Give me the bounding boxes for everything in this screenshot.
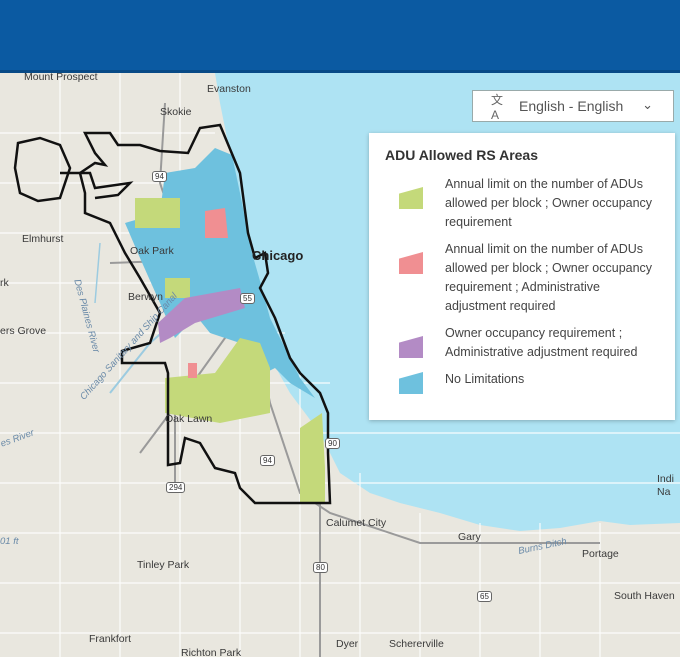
legend-label: Owner occupancy requirement ; Administra… <box>445 326 638 359</box>
highway-shield-90: 90 <box>325 438 340 449</box>
legend-label: Annual limit on the number of ADUs allow… <box>445 242 653 313</box>
place-portage: Portage <box>582 548 619 560</box>
place-oak-lawn: Oak Lawn <box>165 413 213 425</box>
highway-shield-80: 80 <box>313 562 328 573</box>
place-berwyn: Berwyn <box>128 291 164 303</box>
highway-shield-294: 294 <box>166 482 186 493</box>
place-south-haven: South Haven <box>614 590 675 602</box>
legend-item: Annual limit on the number of ADUs allow… <box>385 240 659 316</box>
place-dyer: Dyer <box>336 638 359 650</box>
place-gary: Gary <box>458 531 481 543</box>
highway-shield-55: 55 <box>240 293 255 304</box>
legend-item: Annual limit on the number of ADUs allow… <box>385 175 659 232</box>
place-frankfort: Frankfort <box>89 633 132 645</box>
ohare-boundary <box>13 136 72 203</box>
place-skokie: Skokie <box>160 106 192 118</box>
place-tinley-park: Tinley Park <box>137 559 190 571</box>
legend-swatch-red <box>399 252 423 274</box>
zone-owner-occupancy-blk-d <box>300 413 325 503</box>
top-banner <box>0 0 680 73</box>
legend-swatch-purple <box>399 336 423 358</box>
legend-title: ADU Allowed RS Areas <box>385 147 538 163</box>
place-chicago: Chicago <box>252 248 304 263</box>
language-value: English - English <box>519 98 624 114</box>
zone-adu-admin-b <box>188 363 197 378</box>
place-oak-park: Oak Park <box>130 245 174 257</box>
map-legend: ADU Allowed RS Areas Annual limit on the… <box>369 133 675 420</box>
place-rk: rk <box>0 277 9 289</box>
translate-icon: 文A <box>491 92 504 122</box>
place-mount-prospect: Mount Prospect <box>24 73 98 83</box>
zone-adu-admin <box>205 208 228 238</box>
place-richton-park: Richton Park <box>181 647 242 657</box>
place-elmhurst: Elmhurst <box>22 233 64 245</box>
legend-item: Owner occupancy requirement ; Administra… <box>385 324 659 362</box>
zone-owner-occupancy-blk-c <box>165 338 270 423</box>
zone-owner-occupancy-blk <box>135 198 180 228</box>
place-indiana-1: Indi <box>657 473 674 485</box>
chevron-down-icon[interactable]: ⌄ <box>642 97 653 113</box>
legend-swatch-blue <box>399 372 423 394</box>
legend-swatch-green <box>399 187 423 209</box>
legend-item: No Limitations <box>385 370 659 394</box>
highway-shield-94-south: 94 <box>260 455 275 466</box>
language-selector[interactable]: 文A English - English ⌄ <box>472 90 674 122</box>
legend-label: No Limitations <box>445 372 525 386</box>
place-indiana-2: Na <box>657 486 671 498</box>
river-line <box>94 242 101 304</box>
place-ft: 01 ft <box>0 536 19 547</box>
highway-shield-65: 65 <box>477 591 492 602</box>
highway-shield-94: 94 <box>152 171 167 182</box>
legend-label: Annual limit on the number of ADUs allow… <box>445 177 653 229</box>
place-schererville: Schererville <box>389 638 444 650</box>
place-calumet-city: Calumet City <box>326 517 387 529</box>
place-evanston: Evanston <box>207 83 251 95</box>
place-downers-grove: ers Grove <box>0 325 47 337</box>
